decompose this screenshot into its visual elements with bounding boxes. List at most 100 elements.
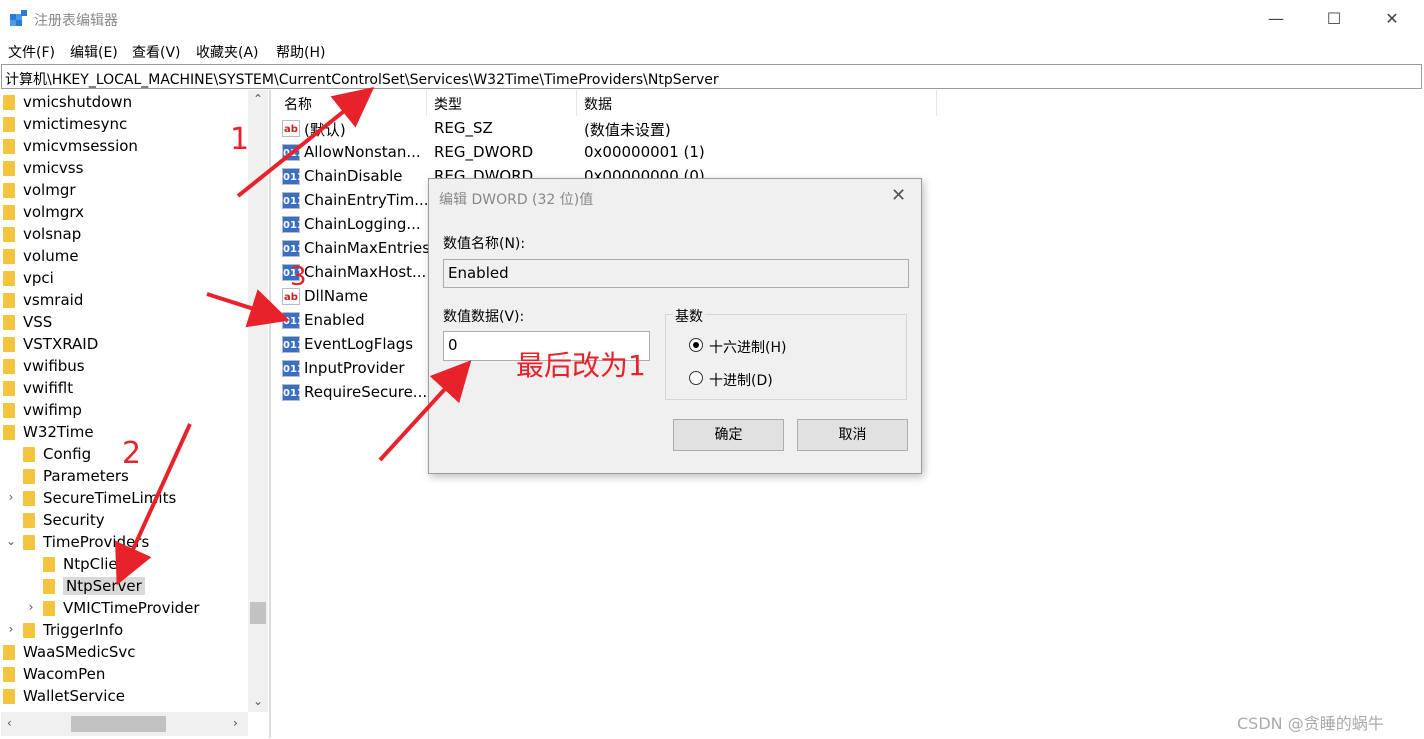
title-bar: 注册表编辑器 — ☐ ✕ xyxy=(0,0,1424,38)
column-divider[interactable] xyxy=(576,90,577,116)
menu-view[interactable]: 查看(V) xyxy=(132,42,181,62)
column-header-type[interactable]: 类型 xyxy=(434,94,462,116)
reg-binary-icon: 011 xyxy=(282,384,304,401)
value-name-field: Enabled xyxy=(443,259,909,288)
tree-vertical-scrollbar[interactable]: ⌃ ⌄ xyxy=(248,90,268,712)
column-header-name[interactable]: 名称 xyxy=(284,94,312,116)
annotation-number-3: 3 xyxy=(290,262,307,292)
annotation-number-2: 2 xyxy=(122,436,142,471)
folder-icon xyxy=(3,688,15,704)
folder-icon xyxy=(3,666,15,682)
tree-item[interactable]: Config xyxy=(23,443,91,465)
tree-item-w32time[interactable]: W32Time xyxy=(3,421,94,443)
tree-item-label: vwifibus xyxy=(23,357,85,375)
tree-item[interactable]: vwifibus xyxy=(3,355,85,377)
scroll-down-icon[interactable]: ⌄ xyxy=(253,694,263,708)
value-name: ChainDisable xyxy=(304,167,403,185)
dialog-title: 编辑 DWORD (32 位)值 xyxy=(439,192,594,208)
tree-item[interactable]: vmicvmsession xyxy=(3,135,138,157)
tree-item[interactable]: vmicvss xyxy=(3,157,83,179)
column-header-data[interactable]: 数据 xyxy=(584,94,612,116)
expand-chevron-icon[interactable]: › xyxy=(5,622,17,636)
tree-item-label: volmgr xyxy=(23,181,76,199)
tree-item[interactable]: volmgr xyxy=(3,179,76,201)
dialog-close-icon[interactable]: ✕ xyxy=(891,185,906,206)
value-name: ChainMaxHost... xyxy=(304,263,427,281)
tree-item[interactable]: WalletService xyxy=(3,685,125,707)
folder-icon xyxy=(3,336,15,352)
column-divider[interactable] xyxy=(426,90,427,116)
tree-item-label: W32Time xyxy=(23,423,94,441)
folder-icon xyxy=(43,600,55,616)
folder-icon xyxy=(23,468,35,484)
tree-item-label: VMICTimeProvider xyxy=(63,599,200,617)
tree-item[interactable]: VSTXRAID xyxy=(3,333,98,355)
tree-item[interactable]: TriggerInfo xyxy=(23,619,123,641)
expand-chevron-icon[interactable]: › xyxy=(5,490,17,504)
value-name: ChainEntryTim... xyxy=(304,191,429,209)
value-data-label: 数值数据(V): xyxy=(443,309,525,325)
tree-item[interactable]: NtpClient xyxy=(43,553,133,575)
ok-button[interactable]: 确定 xyxy=(673,419,784,451)
tree-item[interactable]: WaaSMedicSvc xyxy=(3,641,136,663)
folder-icon xyxy=(3,248,15,264)
hex-radio[interactable] xyxy=(689,338,703,352)
tree-item[interactable]: vmicshutdown xyxy=(3,91,132,113)
folder-icon xyxy=(43,556,55,572)
tree-item[interactable]: VSS xyxy=(3,311,52,333)
minimize-button[interactable]: — xyxy=(1256,6,1296,32)
value-row[interactable]: 011 AllowNonstan... REG_DWORD 0x00000001 (1… xyxy=(276,141,976,165)
tree-item[interactable]: WacomPen xyxy=(3,663,105,685)
decimal-radio-label[interactable]: 十进制(D) xyxy=(709,370,773,390)
tree-item[interactable]: volmgrx xyxy=(3,201,84,223)
value-name: DllName xyxy=(304,287,369,305)
reg-string-icon: ab xyxy=(282,120,300,137)
scroll-right-icon[interactable]: › xyxy=(233,716,238,730)
tree-item[interactable]: SecureTimeLimits xyxy=(23,487,176,509)
tree-item[interactable]: vwififlt xyxy=(3,377,73,399)
folder-icon xyxy=(3,644,15,660)
value-name: AllowNonstan... xyxy=(304,143,421,161)
scroll-thumb[interactable] xyxy=(250,602,266,624)
tree-item[interactable]: vsmraid xyxy=(3,289,83,311)
tree-horizontal-scrollbar[interactable]: ‹ › xyxy=(1,712,248,736)
maximize-button[interactable]: ☐ xyxy=(1314,6,1354,32)
tree-item-label: TriggerInfo xyxy=(43,621,124,639)
value-type: REG_DWORD xyxy=(434,143,534,161)
decimal-radio[interactable] xyxy=(689,371,703,385)
tree-item[interactable]: vpci xyxy=(3,267,54,289)
scroll-up-icon[interactable]: ⌃ xyxy=(253,92,263,106)
scroll-left-icon[interactable]: ‹ xyxy=(7,716,12,730)
address-bar[interactable]: 计算机\HKEY_LOCAL_MACHINE\SYSTEM\CurrentCon… xyxy=(1,64,1422,89)
tree-item[interactable]: volume xyxy=(3,245,79,267)
collapse-chevron-icon[interactable]: ⌄ xyxy=(5,534,17,548)
folder-icon xyxy=(3,94,15,110)
menu-help[interactable]: 帮助(H) xyxy=(276,42,325,62)
value-type: REG_SZ xyxy=(434,119,493,137)
tree-item[interactable]: Security xyxy=(23,509,105,531)
tree-item-label-selected: NtpServer xyxy=(63,577,145,595)
reg-binary-icon: 011 xyxy=(282,312,304,329)
menu-favorites[interactable]: 收藏夹(A) xyxy=(196,42,259,62)
menu-edit[interactable]: 编辑(E) xyxy=(70,42,118,62)
value-row[interactable]: ab (默认) REG_SZ (数值未设置) xyxy=(276,117,976,141)
expand-chevron-icon[interactable]: › xyxy=(25,600,37,614)
address-path: 计算机\HKEY_LOCAL_MACHINE\SYSTEM\CurrentCon… xyxy=(5,72,719,88)
tree-item[interactable]: vwifimp xyxy=(3,399,82,421)
cancel-button[interactable]: 取消 xyxy=(797,419,908,451)
menu-file[interactable]: 文件(F) xyxy=(8,42,55,62)
tree-item[interactable]: VMICTimeProvider xyxy=(43,597,200,619)
reg-binary-icon: 011 xyxy=(282,240,304,257)
column-divider[interactable] xyxy=(936,90,937,116)
tree-item[interactable]: volsnap xyxy=(3,223,81,245)
tree-item[interactable]: Parameters xyxy=(23,465,129,487)
hex-radio-label[interactable]: 十六进制(H) xyxy=(709,337,786,357)
regedit-app-icon xyxy=(10,10,27,26)
annotation-number-1: 1 xyxy=(230,122,250,157)
scroll-thumb[interactable] xyxy=(71,716,166,732)
menu-bar: 文件(F) 编辑(E) 查看(V) 收藏夹(A) 帮助(H) xyxy=(0,40,1424,62)
tree-item[interactable]: vmictimesync xyxy=(3,113,127,135)
tree-item-ntpserver[interactable]: NtpServer xyxy=(43,575,145,597)
tree-item-timeproviders[interactable]: TimeProviders xyxy=(23,531,149,553)
close-button[interactable]: ✕ xyxy=(1372,6,1412,32)
